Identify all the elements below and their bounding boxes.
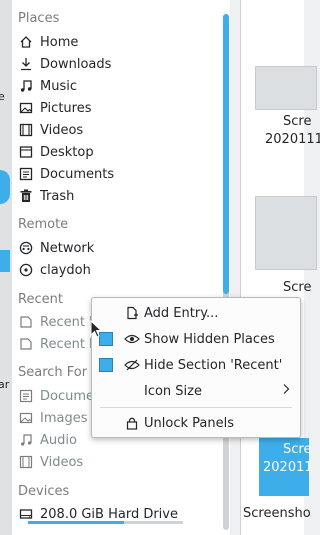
places-item-label: Docume <box>40 388 95 404</box>
places-item-search-videos[interactable]: Videos <box>18 451 83 473</box>
section-header-recent: Recent <box>18 292 63 307</box>
add-entry-icon <box>124 305 140 321</box>
context-menu: Add Entry... Show Hidden Places Hide Sec… <box>91 297 301 438</box>
file-name[interactable]: Scre <box>283 442 311 457</box>
places-item-label: Trash <box>40 188 75 204</box>
places-item-label: Music <box>40 78 77 94</box>
places-item-network[interactable]: Network <box>18 237 94 259</box>
places-item-label: Pictures <box>40 100 92 116</box>
menu-item-hide-section-recent[interactable]: Hide Section 'Recent' <box>92 352 300 378</box>
network-icon <box>18 240 34 256</box>
places-item-home[interactable]: Home <box>18 31 78 53</box>
places-item-videos[interactable]: Videos <box>18 119 83 141</box>
menu-item-add-entry[interactable]: Add Entry... <box>92 300 300 326</box>
submenu-arrow-icon <box>282 383 290 399</box>
places-item-label: Home <box>40 34 79 50</box>
trash-icon <box>18 188 34 204</box>
places-item-desktop[interactable]: Desktop <box>18 141 94 163</box>
places-item-label: Videos <box>40 122 84 138</box>
audio-search-icon <box>18 432 34 448</box>
file-name[interactable]: Screensho <box>243 506 311 521</box>
places-item-label: Downloads <box>40 56 112 72</box>
lock-icon <box>124 415 140 431</box>
section-header-remote: Remote <box>18 217 69 232</box>
music-icon <box>18 78 34 94</box>
places-item-search-images[interactable]: Images <box>18 407 88 429</box>
places-item-recent-locations[interactable]: Recent L <box>18 333 96 355</box>
drive-usage-fill <box>28 521 125 524</box>
menu-item-label: Hide Section 'Recent' <box>144 357 283 373</box>
pictures-icon <box>18 100 34 116</box>
file-thumbnail[interactable] <box>255 196 317 270</box>
background-window-text: e <box>0 90 5 103</box>
file-name-date[interactable]: 202011 <box>263 460 313 475</box>
background-window-accent <box>0 170 10 204</box>
file-view: Scre 2020111 Scre Scre 202011 Screensho <box>240 0 320 535</box>
network-folder-icon <box>18 262 34 278</box>
places-item-label: Desktop <box>40 144 94 160</box>
videos-search-icon <box>18 454 34 470</box>
places-item-label: Recent L <box>40 336 97 352</box>
places-item-trash[interactable]: Trash <box>18 185 74 207</box>
places-item-label: Recent F <box>40 314 97 330</box>
places-item-label: Audio <box>40 432 77 448</box>
places-item-label: 208.0 GiB Hard Drive <box>40 506 178 522</box>
section-header-search-for: Search For <box>18 365 88 380</box>
places-item-label: Documents <box>40 166 115 182</box>
videos-icon <box>18 122 34 138</box>
file-name-date[interactable]: 2020111 <box>265 132 320 147</box>
eye-icon <box>124 331 140 347</box>
menu-item-unlock-panels[interactable]: Unlock Panels <box>92 410 300 436</box>
file-thumbnail[interactable] <box>255 66 317 110</box>
drive-usage-bar <box>28 521 183 524</box>
places-item-label: Network <box>40 240 95 256</box>
recent-files-icon <box>18 314 34 330</box>
recent-locations-icon <box>18 336 34 352</box>
hide-section-checkbox[interactable] <box>99 358 113 372</box>
mouse-cursor-icon <box>90 319 103 342</box>
places-item-label: Images <box>40 410 88 426</box>
documents-search-icon <box>18 388 34 404</box>
places-item-documents[interactable]: Documents <box>18 163 114 185</box>
places-item-label: claydoh <box>40 262 91 278</box>
background-window-text-2: ar <box>0 378 10 391</box>
places-item-label: Videos <box>40 454 84 470</box>
menu-separator <box>100 407 292 408</box>
home-icon <box>18 34 34 50</box>
eye-hidden-icon <box>124 357 140 373</box>
file-name[interactable]: Scre <box>283 280 311 295</box>
download-icon <box>18 56 34 72</box>
places-item-pictures[interactable]: Pictures <box>18 97 91 119</box>
section-header-devices: Devices <box>18 484 70 499</box>
menu-item-label: Unlock Panels <box>144 415 234 431</box>
places-item-claydoh[interactable]: claydoh <box>18 259 91 281</box>
menu-item-label: Add Entry... <box>144 305 219 321</box>
places-item-search-documents[interactable]: Docume <box>18 385 94 407</box>
places-panel: Places Home Downloads Music Pictures Vid… <box>12 0 230 535</box>
places-item-downloads[interactable]: Downloads <box>18 53 111 75</box>
places-item-music[interactable]: Music <box>18 75 77 97</box>
background-window-bar <box>0 250 10 272</box>
menu-item-icon-size[interactable]: Icon Size <box>92 378 300 404</box>
places-scrollbar-thumb[interactable] <box>223 14 229 294</box>
file-name[interactable]: Scre <box>283 114 311 129</box>
hard-drive-icon <box>18 506 34 522</box>
documents-icon <box>18 166 34 182</box>
menu-item-show-hidden-places[interactable]: Show Hidden Places <box>92 326 300 352</box>
background-window: e ar <box>0 0 12 535</box>
menu-item-label: Icon Size <box>144 383 202 399</box>
menu-item-label: Show Hidden Places <box>144 331 275 347</box>
places-scrollbar[interactable] <box>223 14 229 530</box>
places-item-search-audio[interactable]: Audio <box>18 429 77 451</box>
section-header-places: Places <box>18 11 60 26</box>
desktop-icon <box>18 144 34 160</box>
places-item-recent-files[interactable]: Recent F <box>18 311 97 333</box>
images-search-icon <box>18 410 34 426</box>
